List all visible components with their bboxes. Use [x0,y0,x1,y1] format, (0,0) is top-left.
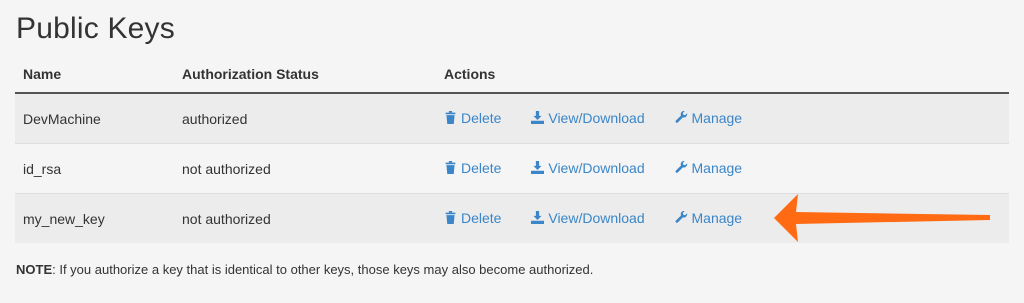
download-icon [531,211,545,225]
delete-label: Delete [461,109,502,126]
column-header-name[interactable]: Name [15,56,174,94]
key-name: DevMachine [15,92,174,144]
download-icon [531,111,545,125]
delete-label: Delete [461,159,502,176]
key-status: authorized [174,92,436,144]
table-row: id_rsa not authorized Delete View/Downlo… [15,143,1009,194]
delete-label: Delete [461,209,502,226]
delete-link[interactable]: Delete [444,110,501,126]
trash-icon [444,111,457,125]
view-download-link[interactable]: View/Download [531,159,645,176]
download-icon [531,161,545,175]
key-status: not authorized [174,193,436,243]
view-download-label: View/Download [548,159,645,176]
delete-link[interactable]: Delete [444,210,501,226]
view-download-link[interactable]: View/Download [531,109,645,126]
note: NOTE: If you authorize a key that is ide… [16,262,593,277]
note-label: NOTE [16,262,53,277]
wrench-icon [675,211,688,224]
wrench-icon [675,161,688,174]
manage-link[interactable]: Manage [675,159,743,176]
key-actions: Delete View/Download Manage [436,92,1009,144]
column-header-status[interactable]: Authorization Status [174,56,436,94]
key-name: my_new_key [15,193,174,243]
page-title: Public Keys [16,12,175,45]
manage-label: Manage [691,109,743,126]
trash-icon [444,161,457,175]
view-download-label: View/Download [548,209,645,226]
table-header-row: Name Authorization Status Actions [15,56,1009,94]
manage-link[interactable]: Manage [675,209,743,226]
view-download-link[interactable]: View/Download [531,209,645,226]
view-download-label: View/Download [548,109,645,126]
trash-icon [444,211,457,225]
table-row: DevMachine authorized Delete View/Downlo… [15,92,1009,144]
column-header-actions: Actions [436,56,1009,94]
manage-label: Manage [691,159,743,176]
key-status: not authorized [174,143,436,194]
delete-link[interactable]: Delete [444,160,501,176]
manage-label: Manage [691,209,743,226]
key-name: id_rsa [15,143,174,194]
key-actions: Delete View/Download Manage [436,143,1009,194]
manage-link[interactable]: Manage [675,109,743,126]
annotation-arrow [774,194,990,242]
arrow-shape [774,194,990,242]
wrench-icon [675,111,688,124]
note-text: : If you authorize a key that is identic… [52,262,594,277]
